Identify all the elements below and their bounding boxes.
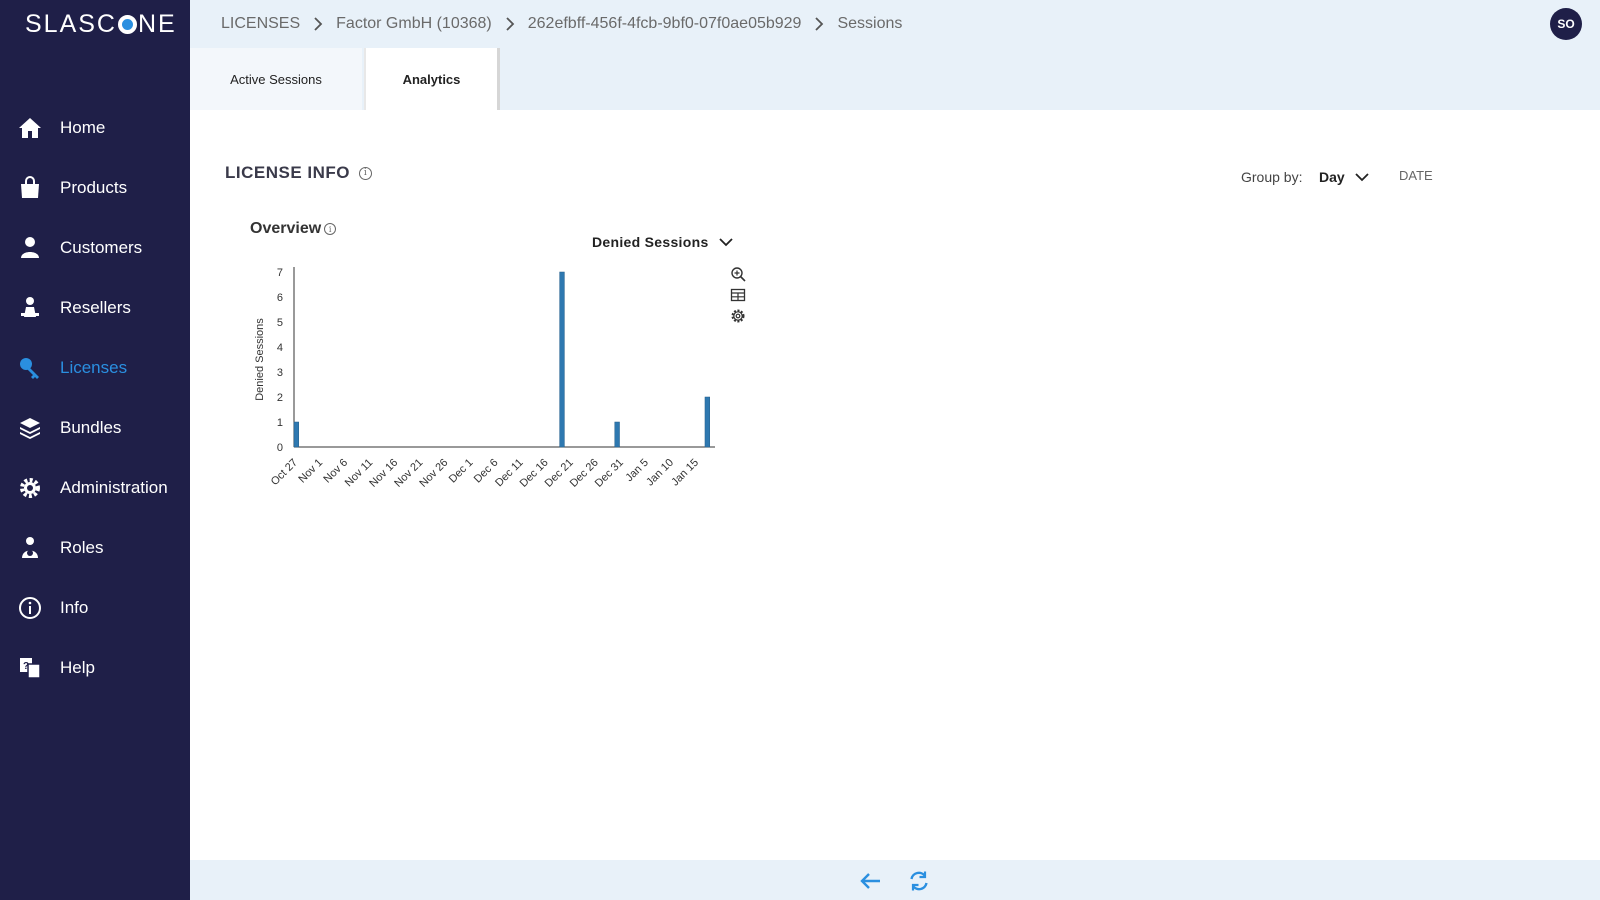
back-button[interactable] [859, 869, 883, 893]
arrow-left-icon [860, 872, 882, 890]
sidebar-item-products[interactable]: Products [0, 158, 190, 218]
y-tick-label: 0 [277, 442, 283, 454]
section-title-text: LICENSE INFO [225, 163, 351, 182]
sidebar-item-home[interactable]: Home [0, 98, 190, 158]
date-button[interactable]: DATE [1399, 168, 1433, 183]
chart-bar [614, 421, 620, 448]
sidebar-item-label: Products [60, 178, 128, 197]
sidebar-item-label: Home [60, 118, 106, 137]
chart-bar [293, 421, 300, 448]
sidebar-item-roles[interactable]: Roles [0, 518, 190, 578]
sidebar-item-label: Help [60, 658, 95, 677]
chart-bar [559, 271, 565, 448]
sidebar-item-label: Customers [60, 238, 143, 257]
footer [190, 860, 1600, 900]
overview-label: Overview [250, 220, 322, 237]
x-tick-label: Dec 31 [593, 457, 626, 490]
user-icon [18, 236, 42, 260]
x-tick-label: Dec 1 [447, 457, 476, 486]
series-select-value: Denied Sessions [592, 234, 709, 250]
group-by-value: Day [1319, 169, 1345, 185]
x-tick-label: Jan 10 [644, 457, 676, 489]
chevron-down-icon [718, 237, 733, 247]
breadcrumb-customer[interactable]: Factor GmbH (10368) [336, 15, 492, 33]
header: LICENSES Factor GmbH (10368) 262efbff-45… [190, 0, 1600, 48]
layers-icon [18, 416, 42, 440]
sidebar-item-info[interactable]: Info [0, 578, 190, 638]
overview-title: Overview i [250, 220, 337, 238]
info-icon[interactable]: i [359, 166, 373, 180]
sidebar-item-licenses[interactable]: Licenses [0, 338, 190, 398]
tab-bar: Active Sessions Analytics [190, 48, 1600, 110]
chevron-down-icon [1355, 172, 1369, 182]
chart-bar [704, 396, 710, 448]
reseller-icon [18, 296, 42, 320]
x-tick-label: Nov 1 [296, 457, 325, 486]
home-icon [18, 116, 42, 140]
sidebar: SLASC NE Home Products Customers Reseller… [0, 0, 190, 900]
x-tick-label: Nov 26 [417, 457, 450, 490]
sidebar-item-label: Administration [60, 478, 168, 497]
sidebar-item-help[interactable]: ? Help [0, 638, 190, 698]
chevron-right-icon [309, 15, 327, 33]
y-tick-label: 7 [277, 267, 283, 279]
app-logo[interactable]: SLASC NE [25, 10, 177, 39]
sidebar-item-customers[interactable]: Customers [0, 218, 190, 278]
sidebar-item-resellers[interactable]: Resellers [0, 278, 190, 338]
x-tick-label: Jan 15 [669, 457, 701, 489]
svg-text:?: ? [23, 661, 29, 672]
series-select[interactable]: Denied Sessions [592, 234, 733, 250]
sidebar-item-label: Resellers [60, 298, 131, 317]
role-icon [18, 536, 42, 560]
refresh-button[interactable] [907, 869, 931, 893]
y-tick-label: 5 [277, 317, 283, 329]
y-tick-label: 3 [277, 367, 283, 379]
tab-analytics[interactable]: Analytics [364, 48, 500, 110]
y-tick-label: 4 [277, 342, 283, 354]
info-icon[interactable]: i [324, 223, 337, 235]
group-by-label: Group by: [1241, 169, 1303, 185]
breadcrumb-licenses[interactable]: LICENSES [221, 15, 300, 33]
sidebar-item-label: Roles [60, 538, 104, 557]
chevron-right-icon [501, 15, 519, 33]
sidebar-item-label: Bundles [60, 418, 122, 437]
sidebar-item-administration[interactable]: Administration [0, 458, 190, 518]
shopping-bag-icon [18, 176, 42, 200]
y-tick-label: 2 [277, 392, 283, 404]
sidebar-item-label: Info [60, 598, 89, 617]
refresh-icon [908, 870, 930, 892]
gear-icon [18, 476, 42, 500]
x-tick-label: Oct 27 [269, 457, 300, 488]
sidebar-nav: Home Products Customers Resellers Licens… [0, 98, 190, 698]
denied-sessions-chart: 01234567Denied SessionsOct 27Nov 1Nov 6N… [254, 267, 715, 490]
settings-icon[interactable] [730, 308, 746, 324]
y-tick-label: 6 [277, 292, 283, 304]
chevron-right-icon [810, 15, 828, 33]
breadcrumb-sessions: Sessions [837, 15, 903, 32]
group-by-select[interactable]: Day [1319, 169, 1369, 185]
sidebar-item-bundles[interactable]: Bundles [0, 398, 190, 458]
help-icon: ? [18, 656, 42, 680]
info-icon [18, 596, 42, 620]
sidebar-item-label: Licenses [60, 358, 128, 377]
tab-active-sessions[interactable]: Active Sessions [190, 48, 362, 110]
breadcrumb-license-id[interactable]: 262efbff-456f-4fcb-9bf0-07f0ae05b929 [528, 15, 802, 33]
section-title: LICENSE INFO i [225, 163, 373, 183]
y-axis-label: Denied Sessions [254, 318, 266, 401]
table-icon[interactable] [730, 287, 746, 303]
key-icon [18, 356, 42, 380]
y-tick-label: 1 [277, 417, 283, 429]
avatar[interactable]: SO [1550, 8, 1582, 40]
zoom-icon[interactable] [730, 266, 746, 282]
